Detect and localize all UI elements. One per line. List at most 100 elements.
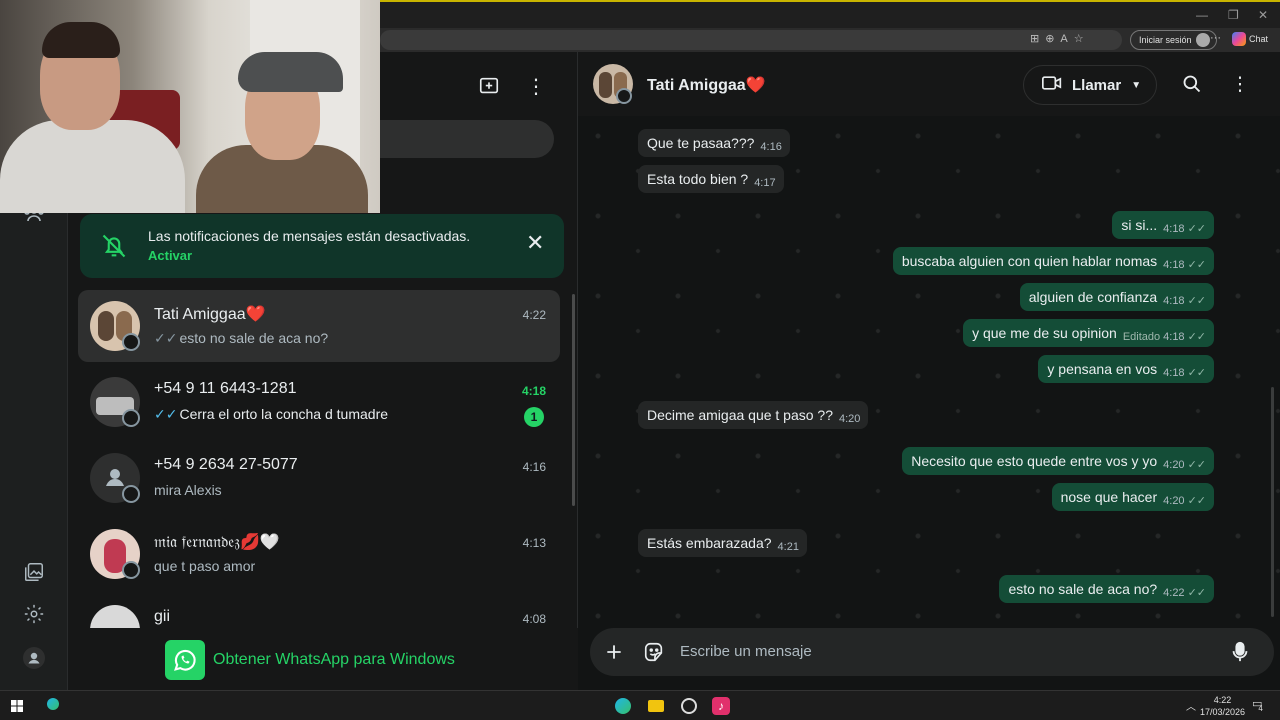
kebab-menu-icon[interactable]: ⋮ xyxy=(1228,72,1252,96)
edited-label: Editado xyxy=(1122,330,1161,343)
copilot-chat-label: Chat xyxy=(1249,34,1269,44)
chat-preview: que t paso amor xyxy=(154,558,256,574)
chat-list-scrollbar[interactable] xyxy=(572,294,575,506)
notification-banner: Las notificaciones de mensajes están des… xyxy=(80,214,564,278)
chat-name: gii xyxy=(154,608,171,625)
double-check-icon: ✓✓ xyxy=(1187,295,1206,307)
chat-preview: mira Alexis xyxy=(154,482,222,498)
mic-icon[interactable] xyxy=(1228,640,1252,664)
message-meta: 4:18 ✓✓ xyxy=(1163,258,1206,272)
gear-icon[interactable] xyxy=(22,602,46,626)
kebab-menu-icon[interactable]: ⋮ xyxy=(524,74,548,98)
chat-item-gii[interactable]: gii 4:08 xyxy=(78,594,560,628)
notification-center-icon[interactable]: ▭4 xyxy=(1252,697,1267,713)
signin-button[interactable]: Iniciar sesión xyxy=(1130,30,1217,50)
chat-item-mia[interactable]: 𝔪𝔦𝔞 𝔣𝔢𝔯𝔫𝔞𝔫𝔡𝔢𝔷💋🤍 4:13 que t paso amor xyxy=(78,518,560,590)
call-label: Llamar xyxy=(1072,76,1122,94)
chat-item-phone-1[interactable]: +54 9 11 6443-1281 4:18 ✓✓ Cerra el orto … xyxy=(78,366,560,438)
contact-name[interactable]: Tati Amiggaa❤️ xyxy=(647,75,766,95)
double-check-icon: ✓✓ xyxy=(1187,459,1206,471)
address-field[interactable] xyxy=(380,30,1122,50)
message-meta: 4:20 ✓✓ xyxy=(1163,458,1206,472)
message-text: Decime amigaa que t paso ?? xyxy=(647,407,833,423)
plus-icon[interactable] xyxy=(602,640,626,664)
minimize-icon[interactable]: — xyxy=(1196,8,1208,22)
bell-off-icon xyxy=(98,230,130,262)
message-text: y que me de su opinion xyxy=(972,325,1117,341)
status-icon xyxy=(122,561,140,579)
whatsapp-logo-icon xyxy=(165,640,205,680)
taskbar-clock[interactable]: 4:22 17/03/2026 xyxy=(1200,694,1245,718)
video-icon xyxy=(1042,75,1062,95)
copilot-chat-button[interactable]: Chat xyxy=(1232,32,1268,46)
activate-notifications-link[interactable]: Activar xyxy=(148,248,192,263)
file-explorer-icon[interactable] xyxy=(647,697,665,715)
get-app-label: Obtener WhatsApp para Windows xyxy=(213,651,455,668)
profile-avatar-icon xyxy=(1195,33,1210,47)
message-in[interactable]: Esta todo bien ? 4:17 xyxy=(638,165,784,193)
address-action-icons[interactable]: ⊞⊕A☆ xyxy=(1030,32,1090,45)
tiktok-icon[interactable]: ♪ xyxy=(712,697,730,715)
double-check-icon: ✓✓ xyxy=(1187,223,1206,235)
sticker-icon[interactable] xyxy=(642,640,666,664)
message-in[interactable]: Decime amigaa que t paso ?? 4:20 xyxy=(638,401,869,429)
profile-icon[interactable] xyxy=(22,646,46,670)
call-button[interactable]: Llamar ▼ xyxy=(1023,65,1157,105)
chat-item-phone-2[interactable]: +54 9 2634 27-5077 4:16 mira Alexis xyxy=(78,442,560,514)
message-out[interactable]: alguien de confianza 4:18 ✓✓ xyxy=(1019,283,1214,311)
signin-label: Iniciar sesión xyxy=(1139,35,1192,45)
message-out[interactable]: Necesito que esto quede entre vos y yo 4… xyxy=(902,447,1214,475)
message-out[interactable]: y que me de su opinion Editado 4:18 ✓✓ xyxy=(963,319,1214,347)
message-in[interactable]: Estás embarazada? 4:21 xyxy=(638,529,807,557)
status-icon xyxy=(616,88,632,104)
get-app-banner[interactable]: Obtener WhatsApp para Windows xyxy=(68,628,578,690)
chevron-up-icon[interactable]: ︿ xyxy=(1186,698,1196,713)
webcam-overlay xyxy=(0,0,380,213)
message-meta: 4:20 xyxy=(839,413,861,425)
conversation-header[interactable]: Tati Amiggaa❤️ Llamar ▼ ⋮ xyxy=(578,52,1280,116)
double-check-icon: ✓✓ xyxy=(154,406,178,422)
edge-icon[interactable] xyxy=(44,695,62,713)
status-icon xyxy=(122,409,140,427)
windows-start-icon[interactable] xyxy=(8,697,26,715)
app-icon[interactable] xyxy=(680,697,698,715)
chevron-down-icon: ▼ xyxy=(1131,79,1142,91)
double-check-icon: ✓✓ xyxy=(1187,259,1206,271)
conversation-panel: Tati Amiggaa❤️ Llamar ▼ ⋮ Que te pasaa??… xyxy=(578,52,1280,690)
search-icon[interactable] xyxy=(1180,72,1204,96)
chat-time: 4:16 xyxy=(522,460,546,474)
chat-name: +54 9 2634 27-5077 xyxy=(154,456,298,473)
chat-preview: ✓✓ Cerra el orto la concha d tumadre xyxy=(154,406,389,422)
message-text: si si... xyxy=(1121,217,1158,233)
media-icon[interactable] xyxy=(22,560,46,584)
close-window-icon[interactable]: ✕ xyxy=(1258,8,1268,22)
close-icon[interactable]: ✕ xyxy=(526,230,544,256)
message-out[interactable]: y pensana en vos 4:18 ✓✓ xyxy=(1038,355,1214,383)
message-composer: Escribe un mensaje xyxy=(590,628,1274,676)
message-out[interactable]: buscaba alguien con quien hablar nomas 4… xyxy=(892,247,1214,275)
message-meta: Editado 4:18 ✓✓ xyxy=(1122,330,1206,344)
restore-icon[interactable]: ❐ xyxy=(1228,8,1239,22)
chat-time: 4:22 xyxy=(522,308,546,322)
message-out[interactable]: esto no sale de aca no? 4:22 ✓✓ xyxy=(999,575,1214,603)
message-out[interactable]: nose que hacer 4:20 ✓✓ xyxy=(1051,483,1214,511)
edge-browser-icon[interactable] xyxy=(614,697,632,715)
double-check-icon: ✓✓ xyxy=(1187,495,1206,507)
message-meta: 4:18 ✓✓ xyxy=(1163,366,1206,380)
status-icon xyxy=(122,333,140,351)
message-meta: 4:17 xyxy=(754,177,776,189)
message-in[interactable]: Que te pasaa??? 4:16 xyxy=(638,129,790,157)
conversation-scrollbar[interactable] xyxy=(1271,387,1274,617)
double-check-icon: ✓✓ xyxy=(1187,331,1206,343)
taskbar: ♪ ︿ 4:22 17/03/2026 ▭4 xyxy=(0,690,1280,720)
more-icon[interactable]: ··· xyxy=(1210,32,1221,44)
chat-item-tati[interactable]: Tati Amiggaa❤️ 4:22 ✓✓ esto no sale de ac… xyxy=(78,290,560,362)
message-out[interactable]: si si... 4:18 ✓✓ xyxy=(1112,211,1214,239)
new-chat-icon[interactable] xyxy=(477,74,501,98)
message-meta: 4:21 xyxy=(777,541,799,553)
message-meta: 4:20 ✓✓ xyxy=(1163,494,1206,508)
message-input[interactable]: Escribe un mensaje xyxy=(680,643,812,660)
chat-time: 4:18 xyxy=(521,384,546,398)
message-text: alguien de confianza xyxy=(1028,289,1158,305)
double-check-icon: ✓✓ xyxy=(1187,587,1206,599)
